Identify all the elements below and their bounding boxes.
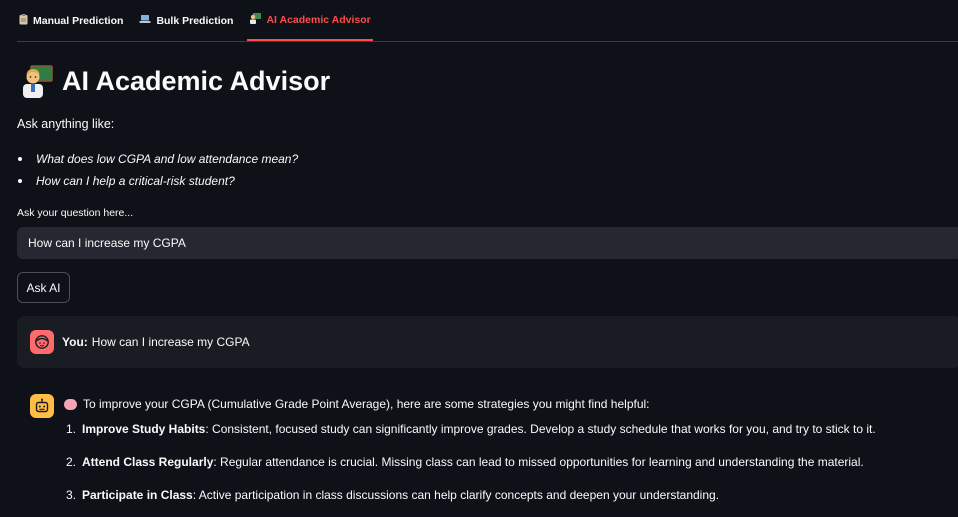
user-prefix: You: bbox=[62, 335, 88, 349]
ask-ai-button[interactable]: Ask AI bbox=[17, 272, 70, 303]
laptop-icon bbox=[139, 14, 151, 27]
tip-title: Attend Class Regularly bbox=[82, 455, 214, 469]
question-label: Ask your question here... bbox=[17, 207, 134, 219]
tab-manual-prediction[interactable]: Manual Prediction bbox=[17, 0, 125, 41]
user-avatar bbox=[30, 330, 54, 354]
tip-title: Improve Study Habits bbox=[82, 422, 206, 436]
assistant-message-body: To improve your CGPA (Cumulative Grade P… bbox=[64, 396, 954, 502]
list-item: How can I help a critical-risk student? bbox=[17, 170, 298, 192]
assistant-intro: To improve your CGPA (Cumulative Grade P… bbox=[64, 396, 954, 412]
example-text: What does low CGPA and low attendance me… bbox=[36, 152, 299, 166]
assistant-avatar bbox=[30, 394, 54, 418]
assistant-intro-text: To improve your CGPA (Cumulative Grade P… bbox=[83, 397, 650, 411]
tip-text: : Consistent, focused study can signific… bbox=[205, 422, 876, 436]
tab-bulk-prediction[interactable]: Bulk Prediction bbox=[137, 0, 235, 41]
tip-text: : Active participation in class discussi… bbox=[192, 488, 720, 502]
list-item: 3. Participate in Class: Active participa… bbox=[66, 488, 719, 502]
example-text: How can I help a critical-risk student? bbox=[36, 174, 235, 188]
question-input[interactable]: How can I increase my CGPA bbox=[17, 227, 958, 259]
intro-text: Ask anything like: bbox=[17, 117, 115, 131]
list-item: 1. Improve Study Habits: Consistent, focu… bbox=[66, 422, 876, 436]
user-message-text: How can I increase my CGPA bbox=[91, 335, 250, 349]
robot-icon bbox=[35, 398, 49, 413]
tip-number: 1. bbox=[66, 422, 77, 436]
list-item: 2. Attend Class Regularly: Regular attend… bbox=[66, 455, 864, 469]
page-title-text: AI Academic Advisor bbox=[62, 65, 331, 96]
tab-label: Manual Prediction bbox=[33, 14, 124, 27]
teacher-emoji-icon bbox=[19, 64, 53, 98]
example-list: What does low CGPA and low attendance me… bbox=[17, 148, 298, 192]
tab-ai-academic-advisor[interactable]: AI Academic Advisor bbox=[247, 0, 373, 41]
page-title: AI Academic Advisor bbox=[19, 64, 330, 98]
tip-number: 2. bbox=[66, 455, 77, 469]
tip-text: : Regular attendance is crucial. Missing… bbox=[213, 455, 864, 469]
question-input-value: How can I increase my CGPA bbox=[28, 236, 186, 250]
tab-bar: Manual Prediction Bulk Prediction AI Aca… bbox=[17, 0, 958, 42]
bullet-icon bbox=[18, 179, 22, 183]
bullet-icon bbox=[18, 157, 22, 161]
user-face-icon bbox=[35, 335, 49, 349]
brain-icon bbox=[64, 398, 77, 410]
tip-number: 3. bbox=[66, 488, 77, 502]
teacher-icon bbox=[249, 12, 262, 27]
tip-title: Participate in Class bbox=[82, 488, 193, 502]
clipboard-icon bbox=[19, 13, 28, 28]
list-item: What does low CGPA and low attendance me… bbox=[17, 148, 298, 170]
tab-label: Bulk Prediction bbox=[156, 14, 234, 27]
tab-label: AI Academic Advisor bbox=[266, 13, 371, 26]
user-chat-message: You: How can I increase my CGPA bbox=[17, 316, 958, 368]
